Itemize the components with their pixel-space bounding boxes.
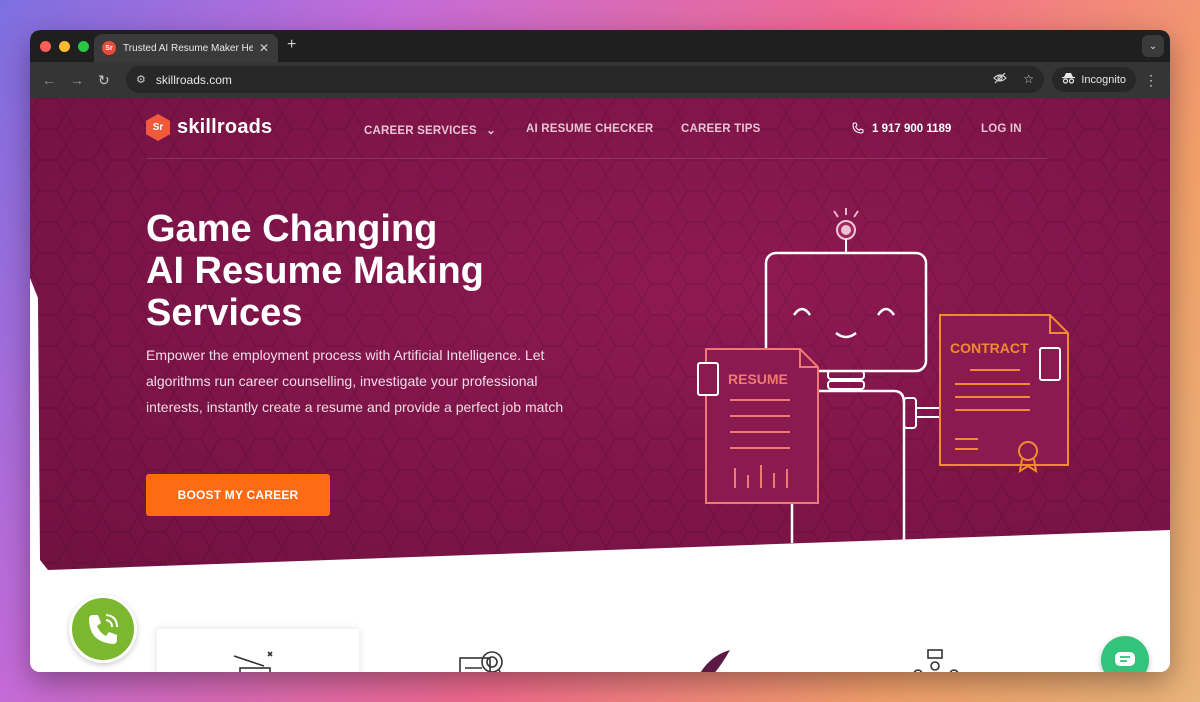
hero-title-line3: Services (146, 292, 303, 334)
magic-hat-icon (233, 651, 273, 672)
tab-strip: Sr Trusted AI Resume Maker Help ✕ + ⌄ (30, 30, 1170, 62)
site-navbar: Sr skillroads CAREER SERVICES ⌄ AI RESUM… (146, 98, 1048, 159)
bookmark-star-icon[interactable]: ☆ (1023, 72, 1034, 87)
reload-icon[interactable]: ↻ (98, 72, 110, 89)
tab-title: Trusted AI Resume Maker Help (123, 42, 253, 54)
maximize-window-button[interactable] (78, 41, 89, 52)
nav-career-services[interactable]: CAREER SERVICES ⌄ (364, 123, 496, 137)
browser-menu-icon[interactable]: ⋮ (1144, 72, 1158, 89)
phone-number-link[interactable]: 1 917 900 1189 (872, 123, 951, 135)
tab-close-icon[interactable]: ✕ (259, 41, 269, 55)
contract-doc-label: CONTRACT (950, 340, 1029, 356)
minimize-window-button[interactable] (59, 41, 70, 52)
chat-button[interactable] (1101, 636, 1149, 672)
new-tab-button[interactable]: + (287, 36, 296, 54)
tab-favicon-icon: Sr (102, 41, 116, 55)
site-info-icon[interactable]: ⚙ (136, 73, 146, 86)
team-meeting-icon (913, 649, 959, 672)
close-window-button[interactable] (40, 41, 51, 52)
web-page: Sr skillroads CAREER SERVICES ⌄ AI RESUM… (30, 98, 1170, 672)
browser-window: Sr Trusted AI Resume Maker Help ✕ + ⌄ ← … (30, 30, 1170, 672)
call-button[interactable] (69, 595, 137, 663)
hero-title-line2: AI Resume Making (146, 250, 484, 292)
quill-pen-icon (700, 650, 730, 672)
phone-icon (852, 122, 864, 137)
chat-bubble-icon (1115, 652, 1135, 666)
robot-illustration: RESUME CONTRACT (697, 208, 1069, 543)
browser-toolbar: ← → ↻ ⚙ skillroads.com ☆ Incognito ⋮ (30, 62, 1170, 98)
address-bar[interactable]: ⚙ skillroads.com ☆ (126, 66, 1044, 93)
nav-ai-resume-checker[interactable]: AI RESUME CHECKER (526, 123, 653, 135)
eye-off-icon[interactable] (993, 72, 1008, 87)
window-controls (40, 41, 89, 52)
forward-arrow-icon[interactable]: → (70, 72, 84, 88)
incognito-label: Incognito (1081, 73, 1126, 86)
chevron-down-icon: ⌄ (486, 125, 496, 137)
back-arrow-icon[interactable]: ← (42, 72, 56, 88)
hero-title: Game Changing AI Resume Making Services (146, 208, 606, 334)
document-search-icon (459, 651, 503, 672)
tab-search-chevron-icon[interactable]: ⌄ (1142, 35, 1164, 57)
hero-subtitle: Empower the employment process with Arti… (146, 347, 564, 415)
incognito-indicator[interactable]: Incognito (1052, 67, 1136, 92)
url-text[interactable]: skillroads.com (156, 73, 232, 87)
site-logo[interactable]: Sr skillroads (146, 114, 272, 141)
logo-mark-icon: Sr (146, 114, 170, 141)
resume-doc-label: RESUME (728, 371, 788, 387)
incognito-icon (1062, 72, 1076, 87)
nav-career-tips[interactable]: CAREER TIPS (681, 123, 761, 135)
hero-title-line1: Game Changing (146, 208, 438, 250)
boost-career-button[interactable]: BOOST MY CAREER (146, 474, 330, 516)
phone-call-icon (89, 614, 118, 644)
nav-career-services-label: CAREER SERVICES (364, 125, 477, 137)
active-tab[interactable]: Sr Trusted AI Resume Maker Help ✕ (94, 34, 278, 62)
login-link[interactable]: LOG IN (981, 123, 1022, 135)
logo-text: skillroads (177, 116, 273, 138)
